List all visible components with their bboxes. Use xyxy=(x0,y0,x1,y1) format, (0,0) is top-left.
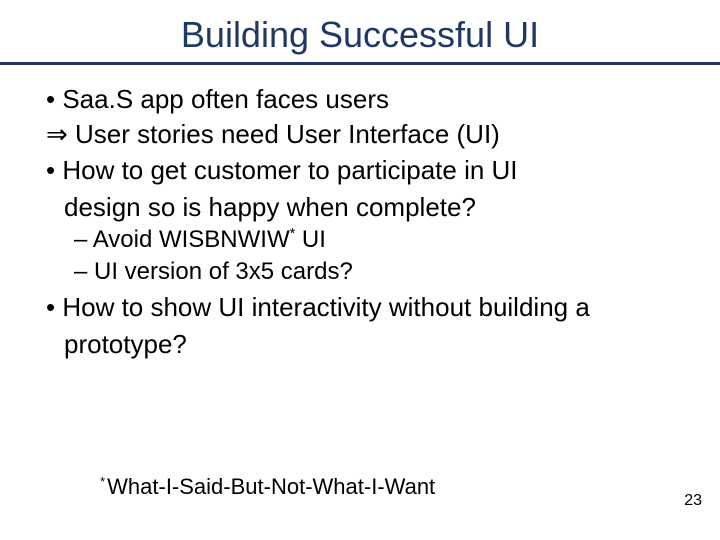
page-number: 23 xyxy=(684,492,702,510)
sub-bullet-2: UI version of 3x5 cards? xyxy=(30,257,690,287)
asterisk-icon: * xyxy=(100,474,105,489)
footnote: *What-I-Said-But-Not-What-I-Want xyxy=(100,474,435,500)
sub-bullet-1: Avoid WISBNWIW* UI xyxy=(30,225,690,255)
sub-bullet-2-text: UI version of 3x5 cards? xyxy=(94,258,353,285)
bullet-4-text-line2: prototype? xyxy=(64,329,187,359)
bullet-4-cont: prototype? xyxy=(30,328,690,361)
sub-bullet-1-prefix: Avoid WISBNWIW xyxy=(93,226,290,253)
slide-title: Building Successful UI xyxy=(0,0,720,62)
bullet-3-cont: design so is happy when complete? xyxy=(30,191,690,224)
bullet-4-text-line1: How to show UI interactivity without bui… xyxy=(62,292,589,322)
bullet-1: Saa.S app often faces users xyxy=(30,83,690,116)
bullet-3-text-line2: design so is happy when complete? xyxy=(64,192,476,222)
bullet-3: How to get customer to participate in UI xyxy=(30,154,690,187)
bullet-4: How to show UI interactivity without bui… xyxy=(30,291,690,324)
bullet-2-text: User stories need User Interface (UI) xyxy=(75,119,500,149)
title-rule xyxy=(0,62,720,65)
bullet-1-text: Saa.S app often faces users xyxy=(62,84,389,114)
sub-bullet-1-suffix: UI xyxy=(295,226,326,253)
slide-body: Saa.S app often faces users ⇒ User stori… xyxy=(0,83,720,360)
implies-arrow: ⇒ xyxy=(46,119,68,149)
bullet-3-text-line1: How to get customer to participate in UI xyxy=(62,155,517,185)
slide: Building Successful UI Saa.S app often f… xyxy=(0,0,720,540)
bullet-2: ⇒ User stories need User Interface (UI) xyxy=(30,118,690,151)
footnote-text: What-I-Said-But-Not-What-I-Want xyxy=(107,474,435,499)
